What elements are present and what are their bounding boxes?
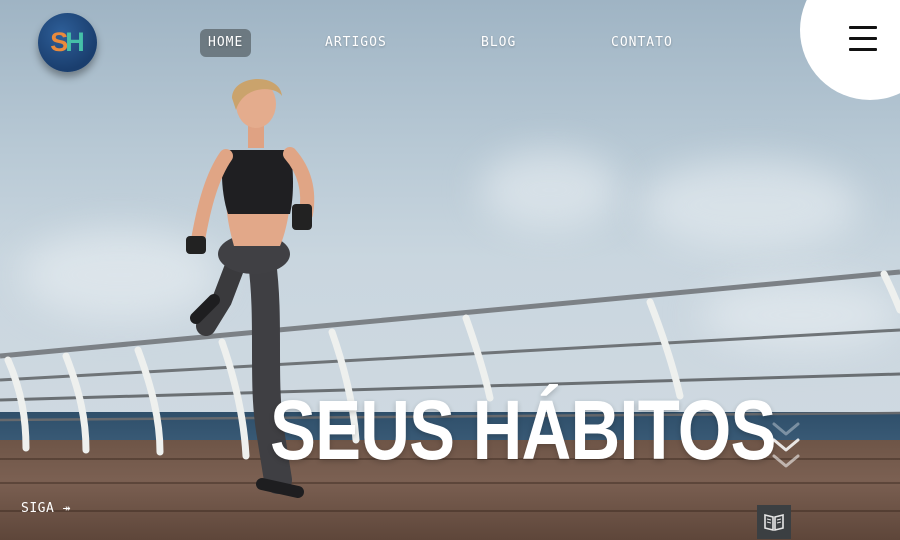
- logo-letter-s: S: [50, 27, 68, 57]
- book-button[interactable]: [757, 505, 791, 539]
- chevrons-down-icon[interactable]: [770, 420, 802, 476]
- site-logo[interactable]: S H: [38, 13, 97, 72]
- open-book-icon: [764, 513, 784, 532]
- logo-letter-h: H: [65, 27, 85, 57]
- follow-link[interactable]: SIGA ↠: [21, 501, 71, 516]
- nav-contato[interactable]: CONTATO: [611, 29, 673, 57]
- nav-home[interactable]: HOME: [200, 29, 252, 57]
- hero-title: SEUS HÁBITOS: [270, 383, 776, 477]
- nav-artigos[interactable]: ARTIGOS: [325, 29, 387, 57]
- hamburger-menu-icon[interactable]: [849, 26, 877, 52]
- nav-blog[interactable]: BLOG: [481, 29, 516, 57]
